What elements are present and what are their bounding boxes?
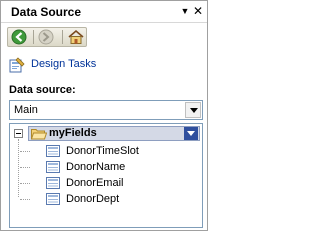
field-icon bbox=[46, 161, 60, 173]
toolbar-separator bbox=[62, 30, 63, 44]
collapse-toggle-icon[interactable] bbox=[14, 129, 23, 138]
data-source-dropdown[interactable]: Main bbox=[9, 100, 203, 120]
tree-field-item[interactable]: DonorTimeSlot bbox=[46, 143, 196, 159]
home-icon[interactable] bbox=[67, 29, 85, 45]
data-source-label: Data source: bbox=[9, 84, 76, 96]
tree-field-item[interactable]: DonorEmail bbox=[46, 175, 196, 191]
toolbar-separator bbox=[33, 30, 34, 44]
design-tasks-link[interactable]: Design Tasks bbox=[9, 57, 129, 73]
tree-connector bbox=[20, 167, 30, 168]
tree-field-label: DonorTimeSlot bbox=[66, 145, 139, 157]
close-icon[interactable]: ✕ bbox=[192, 4, 204, 18]
tree-connector bbox=[20, 151, 30, 152]
field-icon bbox=[46, 177, 60, 189]
field-icon bbox=[46, 145, 60, 157]
data-source-selected-value: Main bbox=[14, 104, 38, 116]
tree-connector bbox=[18, 139, 19, 197]
folder-open-icon bbox=[30, 128, 48, 140]
pane-title-bar: Data Source ▼ ✕ bbox=[1, 1, 207, 23]
navigation-toolbar bbox=[7, 27, 87, 47]
tree-field-item[interactable]: DonorDept bbox=[46, 191, 196, 207]
back-arrow-icon[interactable] bbox=[11, 29, 29, 45]
field-icon bbox=[46, 193, 60, 205]
tree-root-group[interactable]: myFields bbox=[28, 126, 200, 141]
chevron-down-icon[interactable] bbox=[184, 127, 198, 140]
pane-menu-dropdown-icon[interactable]: ▼ bbox=[179, 4, 191, 18]
data-source-task-pane: Data Source ▼ ✕ Design Tasks Data source… bbox=[0, 0, 208, 231]
data-source-tree: myFields DonorTimeSlot DonorName DonorEm… bbox=[9, 123, 203, 228]
tree-connector bbox=[20, 199, 30, 200]
tree-field-label: DonorName bbox=[66, 161, 126, 173]
design-tasks-label[interactable]: Design Tasks bbox=[31, 58, 96, 70]
tree-connector bbox=[20, 183, 30, 184]
design-tasks-icon bbox=[9, 57, 25, 73]
tree-root-label: myFields bbox=[49, 127, 97, 139]
chevron-down-icon[interactable] bbox=[185, 102, 201, 118]
forward-arrow-icon[interactable] bbox=[38, 29, 56, 45]
tree-field-label: DonorDept bbox=[66, 193, 120, 205]
pane-title: Data Source bbox=[11, 5, 82, 19]
tree-field-label: DonorEmail bbox=[66, 177, 124, 189]
tree-field-item[interactable]: DonorName bbox=[46, 159, 196, 175]
